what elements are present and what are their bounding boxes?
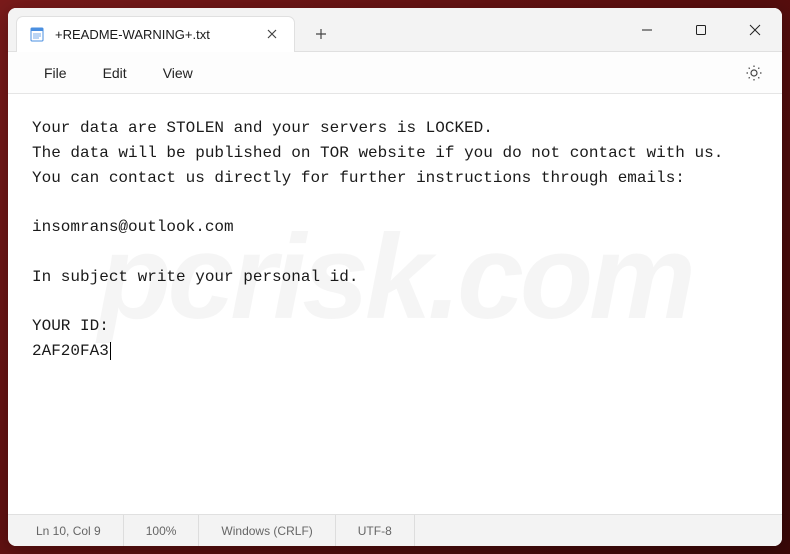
menubar: File Edit View [8, 52, 782, 94]
menu-file[interactable]: File [28, 59, 83, 87]
titlebar: +README-WARNING+.txt [8, 8, 782, 52]
notepad-icon [29, 26, 45, 42]
text-line: 2AF20FA3 [32, 342, 109, 360]
settings-button[interactable] [738, 57, 770, 89]
status-line-ending: Windows (CRLF) [199, 515, 335, 546]
text-line: You can contact us directly for further … [32, 169, 685, 187]
text-cursor [110, 342, 111, 360]
text-content[interactable]: Your data are STOLEN and your servers is… [8, 94, 782, 514]
gear-icon [745, 64, 763, 82]
notepad-window: +README-WARNING+.txt File Edit View [8, 8, 782, 546]
status-position: Ln 10, Col 9 [24, 515, 124, 546]
tab-active[interactable]: +README-WARNING+.txt [16, 16, 295, 52]
new-tab-button[interactable] [303, 16, 339, 52]
minimize-button[interactable] [620, 11, 674, 49]
status-encoding: UTF-8 [336, 515, 415, 546]
menu-edit[interactable]: Edit [87, 59, 143, 87]
tab-close-button[interactable] [260, 22, 284, 46]
text-line: The data will be published on TOR websit… [32, 144, 723, 162]
status-zoom[interactable]: 100% [124, 515, 200, 546]
text-line: insomrans@outlook.com [32, 218, 234, 236]
text-line: Your data are STOLEN and your servers is… [32, 119, 493, 137]
text-line: In subject write your personal id. [32, 268, 358, 286]
menu-view[interactable]: View [147, 59, 209, 87]
statusbar: Ln 10, Col 9 100% Windows (CRLF) UTF-8 [8, 514, 782, 546]
window-controls [620, 11, 782, 49]
close-button[interactable] [728, 11, 782, 49]
tab-title: +README-WARNING+.txt [55, 27, 210, 42]
text-line: YOUR ID: [32, 317, 109, 335]
maximize-button[interactable] [674, 11, 728, 49]
